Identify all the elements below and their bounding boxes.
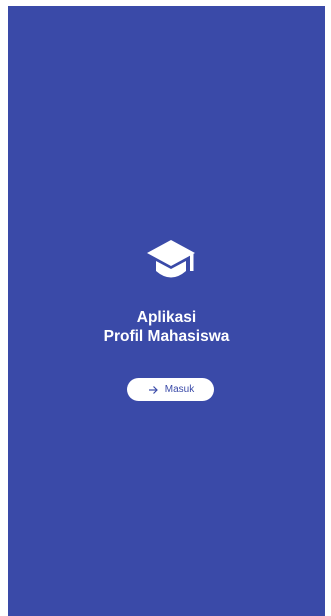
arrow-right-icon <box>147 384 159 396</box>
login-button-label: Masuk <box>164 384 195 395</box>
app-title-line1: Aplikasi <box>136 309 197 326</box>
graduation-cap-icon <box>147 240 195 278</box>
login-button[interactable]: Masuk <box>127 378 214 401</box>
app-title-line2: Profil Mahasiswa <box>103 328 230 345</box>
splash-screen: Aplikasi Profil Mahasiswa Masuk <box>8 6 325 616</box>
app-title: Aplikasi Profil Mahasiswa <box>8 308 325 346</box>
